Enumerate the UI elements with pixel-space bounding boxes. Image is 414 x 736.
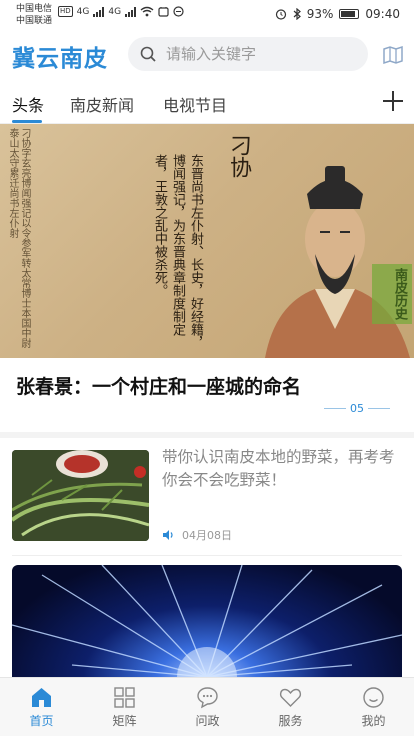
nav-profile-label: 我的 [361, 714, 386, 728]
list-divider [12, 555, 402, 556]
banner-scroll-text: 刁协字玄亮博闻强记以令参军转太常博士本国中尉泰山太守累迁尚书左仆射 [7, 128, 30, 348]
bottom-navigation: 首页 矩阵 问政 服务 我的 [0, 677, 414, 736]
carrier-info: 中国电信 中国联通 [16, 3, 52, 27]
search-icon [140, 46, 156, 62]
tab-nanpi-news[interactable]: 南皮新闻 [70, 92, 134, 116]
nav-inquiry[interactable]: 问政 [166, 678, 249, 736]
brand-logo[interactable]: 冀云南皮 [12, 39, 108, 73]
news-title[interactable]: 带你认识南皮本地的野菜，再考考你会不会吃野菜！ [162, 446, 400, 492]
headline-banner[interactable]: 刁协字玄亮博闻强记以令参军转太常博士本国中尉泰山太守累迁尚书左仆射 东晋尚书左仆… [0, 124, 414, 358]
video-card[interactable] [12, 565, 402, 677]
chat-icon [197, 687, 218, 709]
notification-icon [158, 7, 169, 17]
wifi-icon [140, 6, 154, 17]
nav-profile[interactable]: 我的 [332, 678, 414, 736]
active-tab-indicator [12, 120, 42, 123]
nav-home-label: 首页 [29, 714, 54, 728]
user-icon [363, 687, 384, 708]
news-thumbnail[interactable] [12, 450, 149, 541]
nav-matrix[interactable]: 矩阵 [83, 678, 166, 736]
news-date: 04月08日 [182, 529, 232, 542]
news-meta: 04月08日 [162, 527, 232, 543]
carrier-primary: 中国电信 [16, 4, 53, 14]
carrier-secondary: 中国联通 [16, 16, 53, 26]
alarm-icon [275, 9, 286, 20]
tab-tv-programs[interactable]: 电视节目 [163, 92, 227, 116]
hd-badge: HD [58, 6, 73, 17]
app-header: 冀云南皮 [0, 32, 414, 80]
signal-icon [93, 6, 105, 17]
status-right: 93% 09:40 [275, 7, 400, 21]
message-icon [173, 6, 184, 17]
nav-service-label: 服务 [278, 714, 303, 728]
home-icon [32, 688, 51, 707]
portrait-illustration [265, 166, 410, 358]
section-divider [0, 432, 414, 438]
search-bar[interactable] [128, 37, 368, 71]
pager-line [324, 408, 346, 409]
search-input[interactable] [166, 37, 356, 71]
add-channel-icon[interactable] [380, 88, 406, 114]
bluetooth-icon [293, 8, 301, 20]
grid-icon [114, 687, 135, 708]
category-tabs: 头条 南皮新闻 电视节目 [0, 84, 414, 124]
nav-inquiry-label: 问政 [195, 714, 220, 728]
nav-home[interactable]: 首页 [0, 678, 83, 736]
wild-vegetables-image [12, 450, 149, 541]
heart-icon [279, 688, 302, 707]
banner-title: 刁协 [226, 134, 251, 178]
light-burst-image [12, 565, 402, 677]
nav-matrix-label: 矩阵 [112, 714, 137, 728]
network-label-2: 4G [108, 6, 122, 17]
headline-title[interactable]: 张春景：一个村庄和一座城的命名 [16, 372, 301, 399]
carousel-pager: 05 [324, 402, 390, 415]
banner-description: 东晋尚书左仆射、长史，好经籍，博闻强记，为东晋典章制度制定者，王敦之乱中被杀死。 [152, 154, 203, 349]
pager-line [368, 408, 390, 409]
tab-headlines[interactable]: 头条 [12, 92, 44, 116]
network-label-1: 4G [76, 6, 90, 17]
battery-percent: 93% [306, 7, 334, 21]
battery-icon [339, 9, 360, 19]
pager-number: 05 [350, 402, 364, 415]
clock: 09:40 [365, 7, 400, 21]
audio-icon[interactable] [162, 529, 174, 541]
signal-icon-2 [125, 6, 137, 17]
map-icon[interactable] [382, 44, 404, 66]
nav-service[interactable]: 服务 [249, 678, 332, 736]
status-bar: 中国电信 中国联通 HD 4G 4G 93% 09:40 [0, 0, 414, 32]
network-icons: HD 4G 4G [58, 6, 184, 17]
banner-seal: 南皮历史 [372, 264, 412, 324]
